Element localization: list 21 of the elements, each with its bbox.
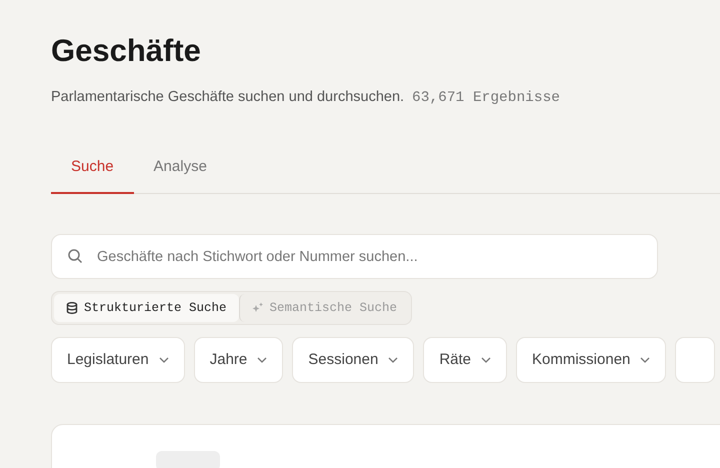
tab[interactable]: Suche: [51, 156, 134, 194]
chevron-down-icon: [257, 357, 268, 364]
tab[interactable]: Analyse: [134, 156, 227, 194]
filter-dropdown[interactable]: Legislaturen: [51, 337, 185, 384]
filter-dropdown[interactable]: Jahre: [194, 337, 284, 384]
search-mode-button[interactable]: Strukturierte Suche: [54, 294, 239, 322]
search-field[interactable]: Geschäfte nach Stichwort oder Nummer suchen...: [51, 234, 658, 280]
page-title: Geschäfte: [51, 32, 201, 70]
chevron-down-icon: [640, 357, 650, 364]
search-icon: [67, 248, 83, 264]
database-icon: [66, 302, 78, 314]
chevron-down-icon: [481, 357, 492, 364]
filter-dropdown[interactable]: Sessionen: [292, 337, 414, 384]
page-subtitle: Parlamentarische Geschäfte suchen und durchsuchen.: [51, 88, 404, 107]
chevron-down-icon: [388, 357, 398, 364]
sparkle-icon: [252, 302, 264, 314]
filter-dropdown[interactable]: [675, 337, 716, 384]
filter-dropdown[interactable]: Kommissionen: [516, 337, 666, 384]
chevron-down-icon: [158, 357, 169, 364]
result-count: 63,671 Ergebnisse: [412, 89, 560, 108]
filter-dropdown[interactable]: Räte: [423, 337, 508, 384]
